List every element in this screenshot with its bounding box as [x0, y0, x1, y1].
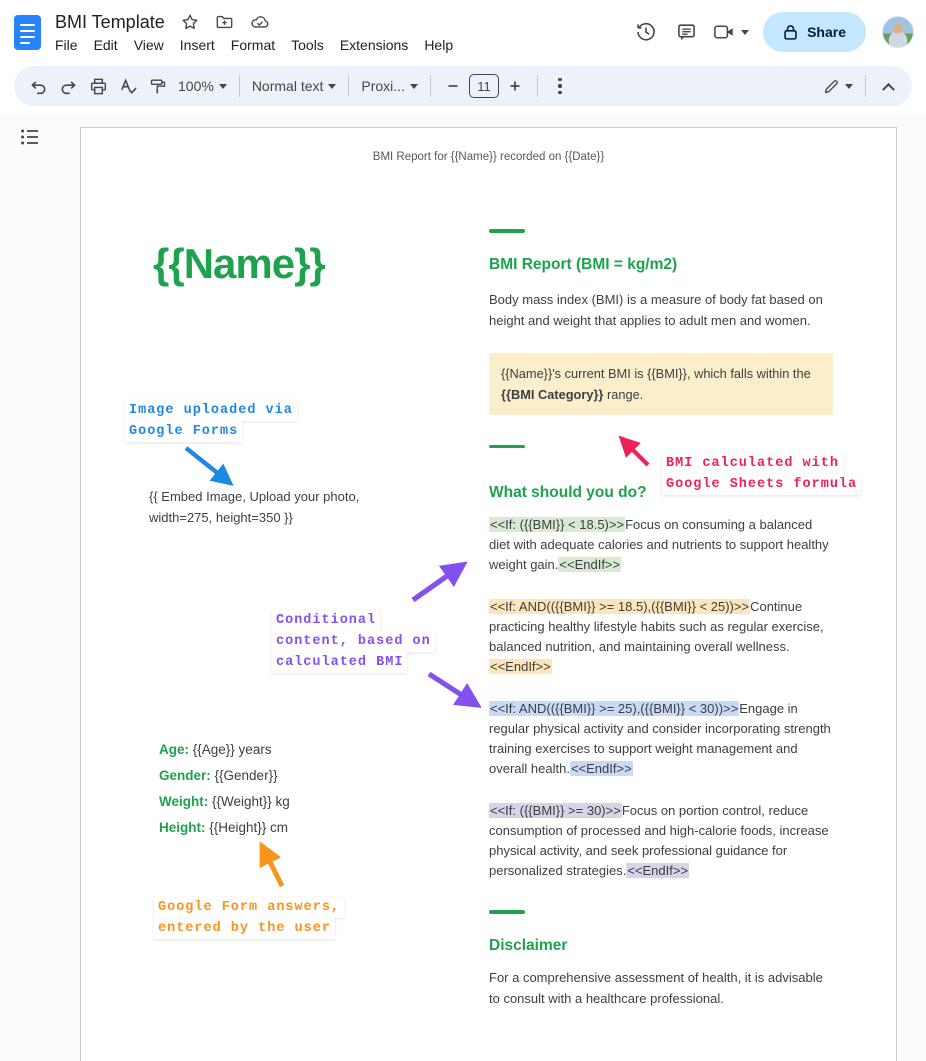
- conditional-block-obese: <<If: ({{BMI}} >= 30)>>Focus on portion …: [489, 801, 833, 881]
- share-button[interactable]: Share: [763, 12, 866, 52]
- menu-help[interactable]: Help: [416, 35, 461, 55]
- endif-tag: <<EndIf>>: [570, 761, 633, 776]
- menu-view[interactable]: View: [126, 35, 172, 55]
- disclaimer-heading: Disclaimer: [489, 934, 833, 958]
- menu-file[interactable]: File: [47, 35, 86, 55]
- font-size-increase-button[interactable]: [501, 72, 529, 100]
- if-tag: <<If: ({{BMI}} >= 30)>>: [489, 803, 622, 818]
- conditional-block-underweight: <<If: ({{BMI}} < 18.5)>>Focus on consumi…: [489, 515, 833, 575]
- undo-button[interactable]: [24, 72, 52, 100]
- annotation-bmi-formula: BMI calculated with Google Sheets formul…: [662, 453, 861, 495]
- toolbar-separator: [865, 75, 866, 97]
- document-title[interactable]: BMI Template: [55, 12, 165, 33]
- move-folder-icon[interactable]: [215, 13, 234, 31]
- avatar[interactable]: [882, 16, 914, 48]
- more-options-button[interactable]: [546, 72, 574, 100]
- annotation-conditional-content: Conditional content, based on calculated…: [272, 610, 435, 673]
- stats-list: Age: {{Age}} years Gender: {{Gender}} We…: [159, 737, 290, 841]
- docs-logo-icon[interactable]: [14, 15, 41, 50]
- purple-arrow-up: [407, 560, 469, 606]
- star-icon[interactable]: [181, 13, 199, 31]
- meet-video-icon[interactable]: [713, 19, 749, 45]
- embed-image-placeholder: {{ Embed Image, Upload your photo, width…: [149, 486, 359, 528]
- pencil-icon: [823, 78, 840, 95]
- conditional-block-normal: <<If: AND(({{BMI}} >= 18.5),({{BMI}} < 2…: [489, 597, 833, 677]
- stat-weight: Weight: {{Weight}} kg: [159, 789, 290, 815]
- purple-arrow-down: [423, 668, 481, 712]
- section-divider: [489, 445, 525, 449]
- stat-gender: Gender: {{Gender}}: [159, 763, 290, 789]
- toolbar-separator: [537, 75, 538, 97]
- font-size-decrease-button[interactable]: [439, 72, 467, 100]
- right-column: BMI Report (BMI = kg/m2) Body mass index…: [489, 128, 833, 1009]
- menu-edit[interactable]: Edit: [86, 35, 126, 55]
- menu-tools[interactable]: Tools: [283, 35, 332, 55]
- header-main: BMI Template File Edit View Insert Forma…: [55, 9, 633, 55]
- print-button[interactable]: [84, 72, 112, 100]
- spellcheck-button[interactable]: [114, 72, 142, 100]
- toolbar-separator: [430, 75, 431, 97]
- conditional-block-overweight: <<If: AND(({{BMI}} >= 25),({{BMI}} < 30)…: [489, 699, 833, 779]
- endif-tag: <<EndIf>>: [489, 659, 552, 674]
- paragraph-style-select[interactable]: Normal text: [248, 72, 341, 100]
- cloud-status-icon[interactable]: [250, 13, 270, 31]
- document-canvas: BMI Report for {{Name}} recorded on {{Da…: [0, 114, 926, 1061]
- stat-age: Age: {{Age}} years: [159, 737, 290, 763]
- endif-tag: <<EndIf>>: [626, 863, 689, 878]
- font-size-input[interactable]: 11: [469, 74, 499, 98]
- menu-format[interactable]: Format: [223, 35, 283, 55]
- toolbar-separator: [348, 75, 349, 97]
- share-label: Share: [807, 24, 846, 40]
- meet-caret-icon: [741, 30, 749, 35]
- if-tag: <<If: AND(({{BMI}} >= 25),({{BMI}} < 30)…: [489, 701, 739, 716]
- stat-height: Height: {{Height}} cm: [159, 815, 290, 841]
- app-header: BMI Template File Edit View Insert Forma…: [0, 0, 926, 64]
- redo-button[interactable]: [54, 72, 82, 100]
- name-placeholder-heading: {{Name}}: [153, 240, 325, 288]
- annotation-form-answers: Google Form answers, entered by the user: [154, 897, 344, 939]
- font-family-select[interactable]: Proxi...: [357, 72, 422, 100]
- endif-tag: <<EndIf>>: [558, 557, 621, 572]
- section-divider: [489, 229, 525, 233]
- annotation-image-upload: Image uploaded via Google Forms: [125, 400, 297, 442]
- editing-mode-select[interactable]: [819, 72, 857, 100]
- lock-icon: [783, 24, 798, 41]
- disclaimer-text: For a comprehensive assessment of health…: [489, 967, 833, 1009]
- title-row: BMI Template: [55, 9, 633, 35]
- red-arrow: [615, 434, 657, 474]
- version-history-icon[interactable]: [633, 19, 659, 45]
- document-page[interactable]: BMI Report for {{Name}} recorded on {{Da…: [80, 127, 897, 1061]
- menu-insert[interactable]: Insert: [172, 35, 223, 55]
- report-heading: BMI Report (BMI = kg/m2): [489, 253, 833, 277]
- comments-icon[interactable]: [673, 19, 699, 45]
- chevron-up-icon: [882, 82, 895, 95]
- toolbar: 100% Normal text Proxi... 11: [14, 66, 912, 106]
- section-divider: [489, 910, 525, 914]
- outline-icon[interactable]: [19, 127, 41, 152]
- paint-format-button[interactable]: [144, 72, 172, 100]
- menu-extensions[interactable]: Extensions: [332, 35, 416, 55]
- toolbar-wrap: 100% Normal text Proxi... 11: [0, 64, 926, 114]
- if-tag: <<If: ({{BMI}} < 18.5)>>: [489, 517, 625, 532]
- menu-bar: File Edit View Insert Format Tools Exten…: [47, 35, 633, 55]
- if-tag: <<If: AND(({{BMI}} >= 18.5),({{BMI}} < 2…: [489, 599, 750, 614]
- collapse-toolbar-button[interactable]: [874, 72, 902, 100]
- report-intro: Body mass index (BMI) is a measure of bo…: [489, 289, 833, 331]
- zoom-select[interactable]: 100%: [174, 72, 231, 100]
- orange-arrow: [253, 842, 291, 894]
- vertical-dots-icon: [558, 78, 561, 94]
- toolbar-separator: [239, 75, 240, 97]
- header-actions: Share: [633, 12, 914, 52]
- bmi-callout: {{Name}}'s current BMI is {{BMI}}, which…: [489, 353, 833, 415]
- google-docs-app: BMI Template File Edit View Insert Forma…: [0, 0, 926, 1061]
- blue-arrow: [179, 442, 239, 492]
